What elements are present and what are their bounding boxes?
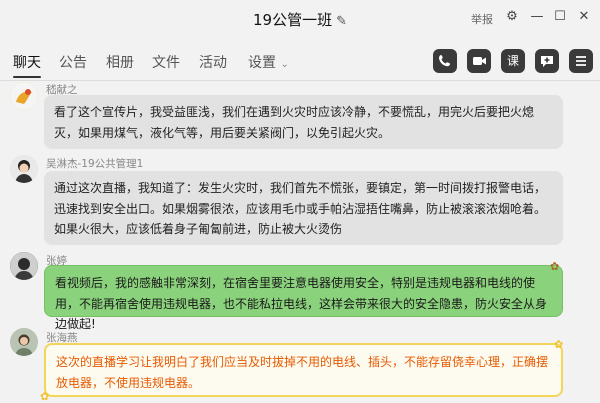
active-tab-indicator bbox=[13, 76, 41, 78]
minimize-button[interactable]: — bbox=[529, 9, 545, 24]
avatar[interactable] bbox=[10, 155, 38, 183]
header-divider bbox=[0, 80, 600, 81]
avatar[interactable] bbox=[10, 82, 38, 110]
close-button[interactable]: ✕ bbox=[576, 9, 592, 24]
add-comment-icon[interactable] bbox=[535, 49, 559, 73]
tab-chat[interactable]: 聊天 bbox=[13, 52, 41, 72]
message-bubble[interactable]: 这次的直播学习让我明白了我们应当及时拔掉不用的电线、插头，不能存留侥幸心理，正确… bbox=[44, 343, 563, 397]
more-icon[interactable] bbox=[569, 49, 593, 73]
sender-name: 吴淋杰-19公共管理1 bbox=[46, 158, 144, 170]
title-bar: 19公管一班 ✎ 举报 ⚙ — ☐ ✕ bbox=[0, 0, 600, 36]
video-icon[interactable] bbox=[467, 49, 491, 73]
message-bubble[interactable]: 看视频后，我的感触非常深刻，在宿舍里要注意电器使用安全，特别是违规电器和电线的使… bbox=[44, 265, 563, 331]
bubble-decoration-icon: ✿ bbox=[550, 260, 560, 273]
avatar[interactable] bbox=[10, 328, 38, 356]
tab-files[interactable]: 文件 bbox=[152, 52, 180, 72]
message-bubble[interactable]: 看了这个宣传片，我受益匪浅，我们在遇到火灾时应该冷静，不要慌乱，用完火后要把火熄… bbox=[44, 95, 563, 149]
chevron-down-icon: ⌄ bbox=[280, 59, 289, 70]
course-icon[interactable]: 课 bbox=[501, 49, 525, 73]
tab-settings-label: 设置 bbox=[248, 55, 276, 71]
tab-bar: 聊天 公告 相册 文件 活动 设置 ⌄ 课 bbox=[0, 44, 600, 80]
phone-icon[interactable] bbox=[433, 49, 457, 73]
maximize-button[interactable]: ☐ bbox=[552, 9, 568, 24]
report-link[interactable]: 举报 bbox=[471, 11, 493, 27]
tab-activities[interactable]: 活动 bbox=[199, 52, 227, 72]
tab-settings[interactable]: 设置 ⌄ bbox=[248, 52, 289, 72]
flower-decoration-icon: ✿ bbox=[554, 338, 564, 351]
tab-album[interactable]: 相册 bbox=[106, 52, 134, 72]
message-bubble[interactable]: 通过这次直播，我知道了：发生火灾时，我们首先不慌张，要镇定，第一时间拨打报警电话… bbox=[44, 171, 563, 245]
avatar[interactable] bbox=[10, 252, 38, 280]
group-name: 19公管一班 bbox=[253, 11, 333, 29]
settings-icon[interactable]: ⚙ bbox=[504, 9, 520, 24]
edit-pencil-icon[interactable]: ✎ bbox=[336, 14, 347, 29]
tab-announcements[interactable]: 公告 bbox=[59, 52, 87, 72]
flower-decoration-icon: ✿ bbox=[40, 390, 50, 403]
